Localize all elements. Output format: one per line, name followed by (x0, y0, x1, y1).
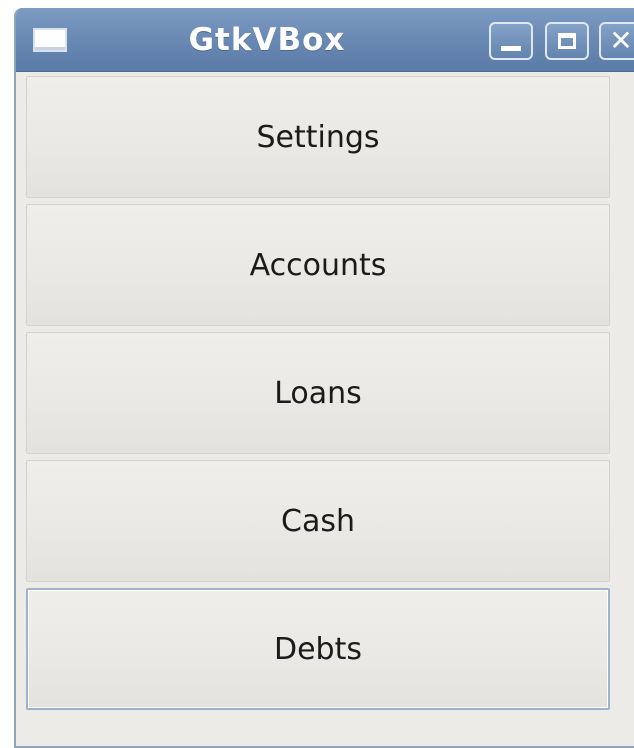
accounts-button[interactable]: Accounts (26, 204, 610, 326)
titlebar[interactable]: GtkVBox ✕ (16, 8, 634, 72)
close-button[interactable]: ✕ (599, 22, 634, 60)
cash-button-label: Cash (281, 503, 355, 539)
minimize-button[interactable] (489, 22, 533, 60)
loans-button[interactable]: Loans (26, 332, 610, 454)
accounts-button-label: Accounts (249, 247, 387, 283)
debts-button-label: Debts (274, 631, 362, 667)
maximize-button[interactable] (545, 22, 589, 60)
settings-button[interactable]: Settings (26, 76, 610, 198)
close-icon: ✕ (609, 24, 633, 57)
minimize-icon (501, 45, 521, 51)
cash-button[interactable]: Cash (26, 460, 610, 582)
maximize-icon (558, 33, 576, 49)
debts-button[interactable]: Debts (26, 588, 610, 710)
loans-button-label: Loans (274, 375, 362, 411)
window-title: GtkVBox (188, 22, 346, 58)
settings-button-label: Settings (256, 119, 380, 155)
